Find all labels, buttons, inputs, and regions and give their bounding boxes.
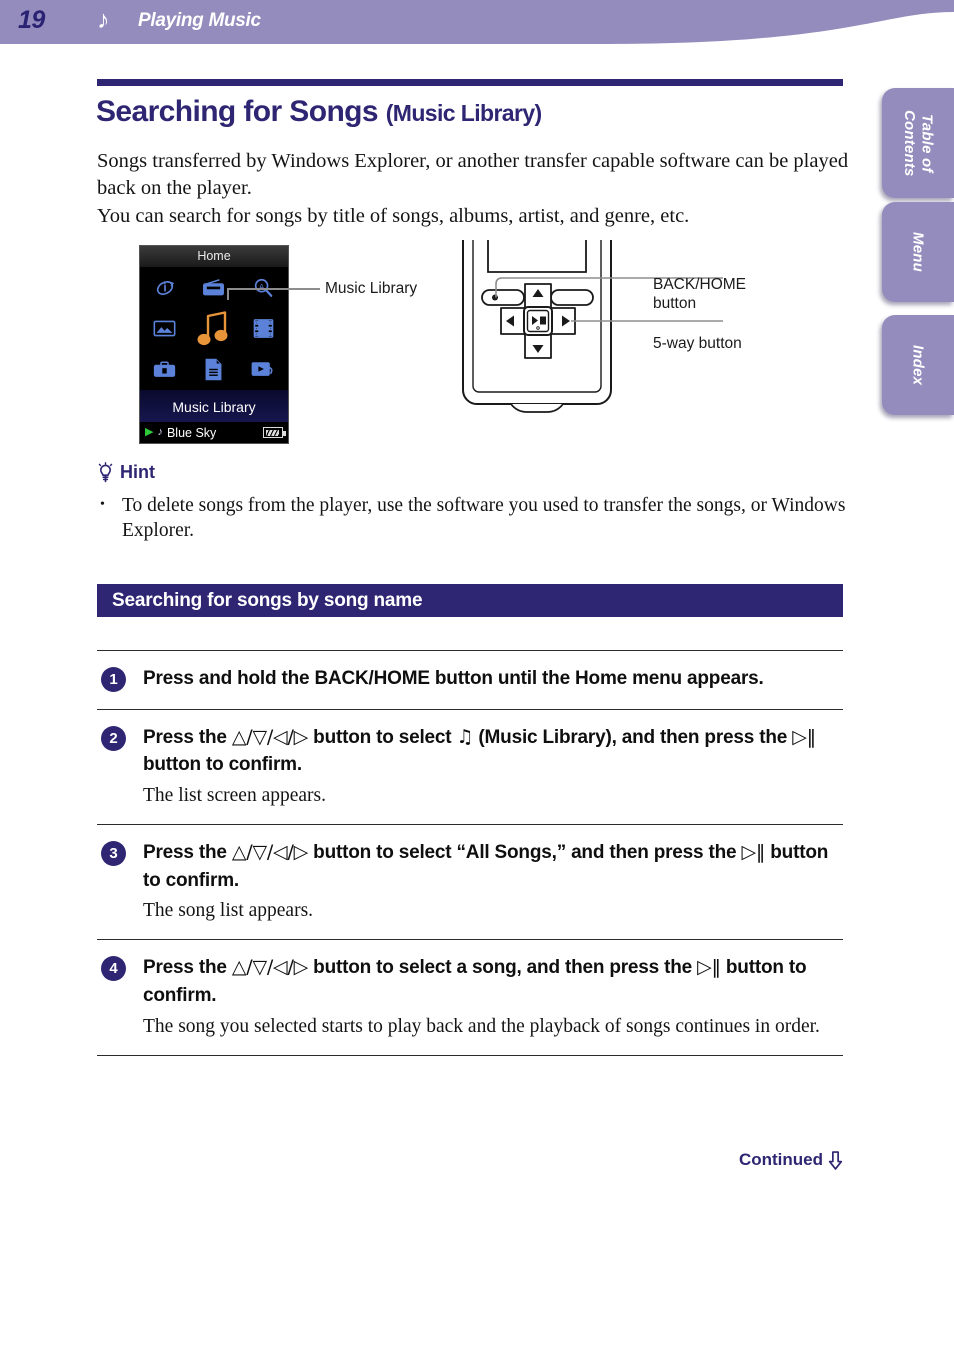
figure-area: Home A Music Library ▶ ♪ Blue Sky Music … (97, 240, 857, 445)
play-pause-glyph: ▷‖ (741, 840, 766, 863)
intro-paragraph: Songs transferred by Windows Explorer, o… (97, 150, 849, 227)
hint-bullet: • (100, 497, 105, 512)
playlists-icon (204, 358, 223, 381)
step-instruction: Press the △/▽/◁/▷ button to select “All … (143, 839, 843, 894)
callout-music-library: Music Library (325, 280, 418, 297)
step-text: Press the (143, 957, 232, 979)
music-library-icon (197, 309, 231, 349)
step-text: button to select (308, 726, 457, 748)
lcd-now-playing-song: Blue Sky (166, 425, 217, 440)
lcd-selected-label: Music Library (140, 390, 288, 424)
player-screen-mock: Home A Music Library ▶ ♪ Blue Sky (139, 245, 289, 444)
step-item: 1 Press and hold the BACK/HOME button un… (97, 650, 843, 709)
step-result: The song you selected starts to play bac… (143, 1015, 820, 1037)
steps-list: 1 Press and hold the BACK/HOME button un… (97, 650, 843, 1056)
step-text: (Music Library), and then press the (473, 726, 793, 748)
section-heading: Searching for songs by song name (97, 584, 843, 617)
callout-back-home-button: BACK/HOME button (653, 276, 747, 313)
music-note-icon: ♪ (97, 7, 110, 34)
lcd-title: Home (140, 246, 288, 267)
sidebar-tab-menu[interactable]: Menu (882, 202, 954, 302)
step-number: 1 (101, 667, 126, 692)
step-item: 4 Press the △/▽/◁/▷ button to select a s… (97, 939, 843, 1056)
play-pause-glyph: ▷‖ (792, 725, 816, 748)
sidebar-tab-label: Table of Contents (901, 109, 936, 177)
page-number: 19 (18, 6, 45, 34)
header-title: Playing Music (138, 10, 261, 31)
lightbulb-icon (98, 462, 113, 483)
music-note-icon: ♪ (157, 426, 163, 438)
dpad-glyphs: △/▽/◁/▷ (231, 956, 309, 979)
callout-leader-music-library-hook (227, 288, 229, 300)
settings-toolbox-icon (153, 360, 176, 379)
now-playing-icon (251, 360, 275, 379)
player-device-diagram (455, 240, 725, 415)
step-text: Press the (143, 841, 232, 863)
continued-footer: Continued (739, 1150, 843, 1170)
title-rule (97, 79, 843, 86)
step-number: 4 (101, 956, 126, 982)
step-instruction: Press the △/▽/◁/▷ button to select a son… (143, 954, 843, 1009)
step-text: Press the (143, 726, 232, 748)
step-text: button to select a song, and then press … (308, 957, 698, 979)
arrow-down-icon (828, 1150, 843, 1170)
hint-text: To delete songs from the player, use the… (122, 495, 846, 541)
lcd-icon-grid: A (140, 267, 288, 390)
page-header: 19 ♪ Playing Music (0, 0, 954, 44)
step-item: 3 Press the △/▽/◁/▷ button to select “Al… (97, 823, 843, 939)
dpad-glyphs: △/▽/◁/▷ (231, 840, 309, 863)
continued-label: Continued (738, 1150, 823, 1169)
video-library-icon (253, 318, 274, 339)
step-instruction: Press and hold the BACK/HOME button unti… (143, 668, 764, 689)
page-title-sub: (Music Library) (385, 100, 542, 126)
music-note-icon: ♫ (456, 725, 474, 748)
manual-page: 19 ♪ Playing Music Table of Contents Men… (0, 0, 954, 1370)
hint-heading: Hint (97, 462, 155, 483)
dpad-glyphs: △/▽/◁/▷ (231, 725, 309, 748)
step-result: The list screen appears. (143, 784, 327, 806)
page-title: Searching for Songs (Music Library) (96, 95, 542, 129)
step-result: The song list appears. (143, 900, 314, 922)
hint-body: • To delete songs from the player, use t… (100, 494, 860, 544)
page-title-main: Searching for Songs (96, 95, 386, 128)
fm-radio-icon (202, 278, 225, 297)
hint-label: Hint (120, 462, 155, 482)
step-text: button to confirm. (143, 754, 302, 776)
step-text: button to select “All Songs,” and then p… (308, 841, 742, 863)
play-pause-glyph: ▷‖ (697, 956, 721, 979)
section-heading-label: Searching for songs by song name (112, 589, 423, 611)
step-number: 3 (101, 840, 126, 866)
step-item: 2 Press the △/▽/◁/▷ button to select ♫ (… (97, 708, 843, 824)
sidebar-tab-index[interactable]: Index (882, 315, 954, 415)
callout-5-way-button: 5-way button (653, 335, 742, 352)
sidebar-tab-label: Index (909, 344, 927, 386)
step-instruction: Press the △/▽/◁/▷ button to select ♫ (Mu… (143, 724, 843, 779)
callout-leader-music-library (227, 288, 320, 290)
sidebar-tab-label: Menu (909, 232, 927, 272)
step-number: 2 (101, 725, 126, 751)
intelligent-shuffle-icon (154, 277, 176, 299)
photo-library-icon (153, 319, 176, 338)
play-icon: ▶ (145, 426, 154, 438)
battery-icon (263, 427, 286, 438)
sidebar-tab-table-of-contents[interactable]: Table of Contents (882, 88, 954, 198)
lcd-status-bar: ▶ ♪ Blue Sky (140, 422, 288, 443)
